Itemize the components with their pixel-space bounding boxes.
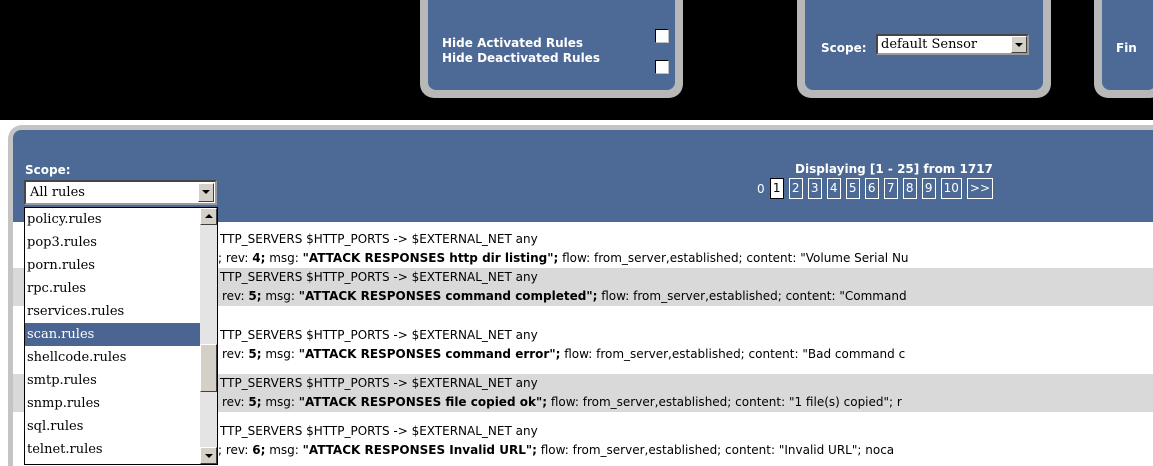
dropdown-option[interactable]: sql.rules [25,415,201,438]
page-link[interactable]: 1 [769,178,784,199]
page-link[interactable]: 4 [826,178,841,199]
page-link[interactable]: 3 [807,178,822,199]
scrollbar-thumb[interactable] [200,344,217,392]
chevron-down-icon[interactable] [198,183,214,202]
hide-deactivated-checkbox[interactable] [655,60,669,74]
scroll-up-icon[interactable] [200,208,217,225]
hide-deactivated-label: Hide Deactivated Rules [442,51,600,65]
rules-scope-value: All rules [30,185,85,200]
find-panel: Fin [1094,0,1153,98]
rules-scope-label: Scope: [25,163,71,177]
page-link[interactable]: 2 [788,178,803,199]
sensor-scope-value: default Sensor [881,37,978,52]
scroll-down-icon[interactable] [200,447,217,464]
dropdown-option[interactable]: shellcode.rules [25,346,201,369]
page-link[interactable]: 6 [864,178,879,199]
visibility-panel-body: Hide Activated Rules Hide Deactivated Ru… [428,0,675,90]
find-panel-body: Fin [1102,0,1153,90]
page-link[interactable]: 5 [845,178,860,199]
top-toolbar: Hide Activated Rules Hide Deactivated Ru… [0,0,1153,120]
hide-activated-checkbox[interactable] [655,29,669,43]
rules-scope-dropdown: policy.rules pop3.rules porn.rules rpc.r… [24,207,218,465]
page-link[interactable]: 7 [883,178,898,199]
dropdown-scrollbar[interactable] [200,208,217,464]
hide-activated-label: Hide Activated Rules [442,36,584,50]
sensor-scope-panel: Scope: default Sensor [797,0,1051,98]
dropdown-option[interactable]: rpc.rules [25,277,201,300]
dropdown-option[interactable]: snmp.rules [25,392,201,415]
page-link[interactable]: 10 [940,178,962,199]
dropdown-option[interactable]: porn.rules [25,254,201,277]
dropdown-option-selected[interactable]: scan.rules [25,323,201,346]
sensor-scope-select[interactable]: default Sensor [876,34,1029,55]
find-label: Fin [1116,41,1137,55]
sensor-scope-label: Scope: [821,41,867,55]
pagination-prefix: 0 [757,181,765,196]
pagination: 0 1 2 3 4 5 6 7 8 9 10 >> [757,178,994,199]
dropdown-option[interactable]: pop3.rules [25,231,201,254]
sensor-scope-panel-body: Scope: default Sensor [805,0,1043,90]
displaying-text: Displaying [1 - 25] from 1717 [795,162,993,176]
visibility-panel: Hide Activated Rules Hide Deactivated Ru… [420,0,683,98]
page-link[interactable]: 9 [921,178,936,199]
dropdown-option[interactable]: rservices.rules [25,300,201,323]
page-link[interactable]: 8 [902,178,917,199]
dropdown-option[interactable]: smtp.rules [25,369,201,392]
dropdown-option[interactable]: telnet.rules [25,438,201,461]
chevron-down-icon[interactable] [1011,36,1027,53]
next-pages-link[interactable]: >> [966,178,994,199]
rules-scope-select[interactable]: All rules [24,180,217,205]
dropdown-option[interactable]: policy.rules [25,208,201,231]
